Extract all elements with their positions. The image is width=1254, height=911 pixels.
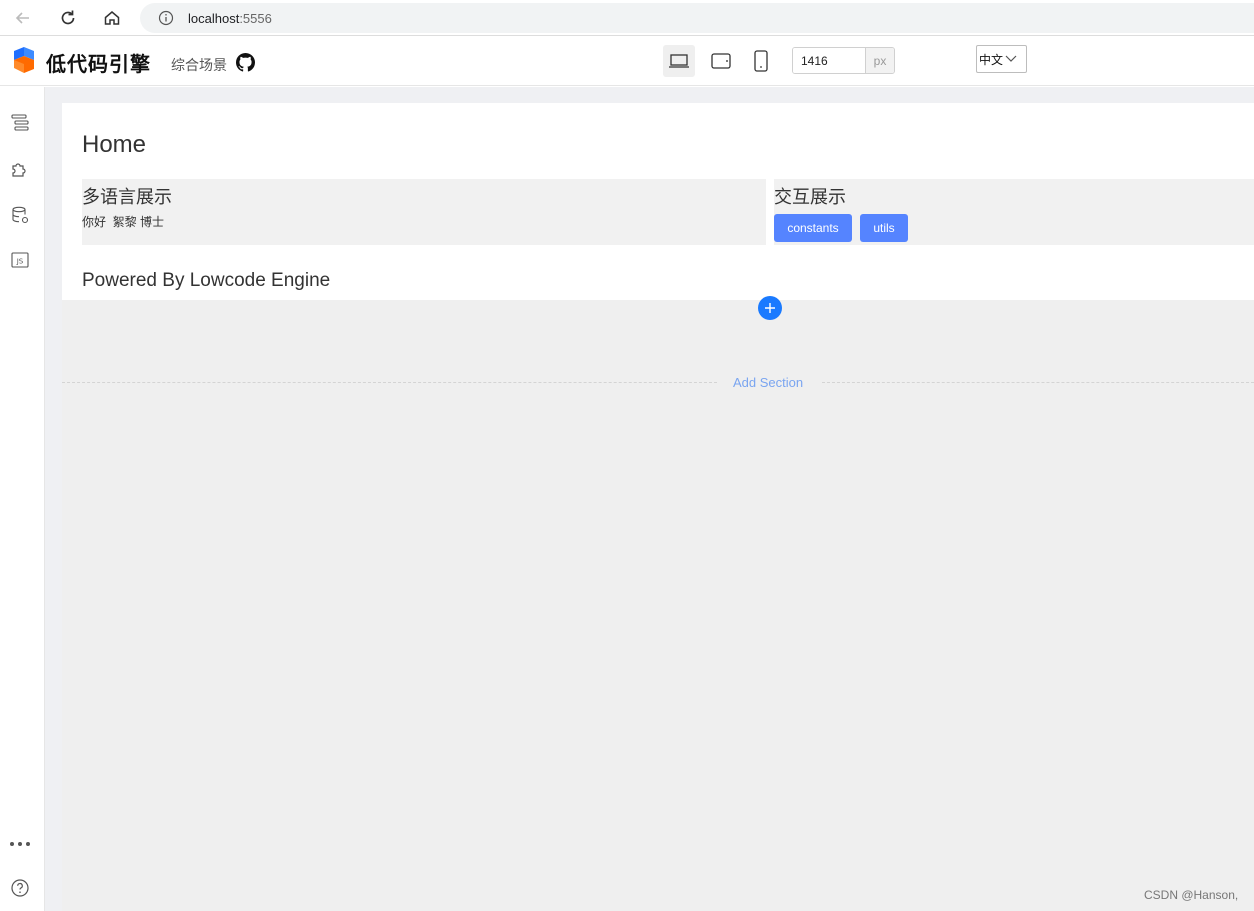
laptop-icon — [669, 54, 689, 68]
info-icon[interactable] — [158, 10, 174, 26]
i18n-block-title[interactable]: 多语言展示 — [82, 183, 172, 209]
i18n-block[interactable]: 多语言展示 你好 絮黎 博士 — [82, 179, 766, 245]
scene-label[interactable]: 综合场景 — [171, 55, 227, 75]
page-title[interactable]: Home — [82, 131, 146, 159]
puzzle-icon — [12, 163, 26, 177]
tablet-icon — [711, 53, 731, 69]
add-section-divider-right — [822, 382, 1254, 383]
page-content[interactable]: Home 多语言展示 你好 絮黎 博士 交互展示 constants utils… — [62, 103, 1254, 300]
github-icon[interactable] — [236, 53, 255, 72]
width-unit-label: px — [865, 48, 894, 73]
url-port: :5556 — [239, 10, 272, 26]
canvas-width-field: px — [792, 47, 895, 74]
utils-button[interactable]: utils — [860, 214, 908, 242]
more-button[interactable] — [9, 833, 31, 855]
outline-tree-icon — [11, 114, 29, 131]
interaction-block-title[interactable]: 交互展示 — [774, 183, 846, 209]
editor-topbar: 低代码引擎 综合场景 px 中文 — [0, 36, 1254, 86]
add-component-button[interactable] — [758, 296, 782, 320]
outline-tree-button[interactable] — [9, 111, 31, 133]
home-button[interactable] — [99, 5, 125, 31]
plus-icon — [765, 303, 775, 313]
help-button[interactable] — [9, 877, 31, 899]
logo-text: 低代码引擎 — [46, 52, 151, 76]
more-dots-icon — [10, 842, 30, 846]
design-canvas[interactable]: Home 多语言展示 你好 絮黎 博士 交互展示 constants utils… — [62, 103, 1254, 911]
reload-icon — [61, 10, 75, 25]
phone-icon — [754, 50, 768, 72]
left-toolbar: JS — [0, 87, 45, 911]
watermark-text: CSDN @Hanson, — [1144, 888, 1239, 902]
canvas-width-input[interactable] — [793, 48, 865, 73]
add-section-divider-left — [62, 382, 717, 383]
language-select[interactable]: 中文 — [976, 45, 1027, 73]
code-editor-button[interactable]: JS — [9, 249, 31, 271]
arrow-left-icon — [15, 12, 29, 24]
i18n-block-text[interactable]: 你好 絮黎 博士 — [82, 213, 164, 230]
component-library-button[interactable] — [9, 158, 31, 180]
svg-text:JS: JS — [16, 258, 24, 266]
interaction-block[interactable]: 交互展示 constants utils — [774, 179, 1254, 245]
lowcode-logo-icon — [14, 47, 34, 73]
address-bar[interactable]: localhost:5556 — [140, 3, 1254, 33]
reload-button[interactable] — [55, 5, 81, 31]
help-icon — [11, 879, 29, 897]
browser-toolbar: localhost:5556 — [0, 0, 1254, 36]
back-button[interactable] — [10, 5, 36, 31]
language-value: 中文 — [979, 52, 1004, 67]
device-tablet-button[interactable] — [705, 45, 737, 77]
device-phone-button[interactable] — [745, 45, 777, 77]
constants-button[interactable]: constants — [774, 214, 852, 242]
data-source-button[interactable] — [9, 204, 31, 226]
device-desktop-button[interactable] — [663, 45, 695, 77]
home-icon — [104, 11, 120, 25]
js-icon: JS — [11, 252, 29, 268]
url-host: localhost — [188, 10, 240, 26]
chevron-down-icon — [1005, 55, 1017, 62]
add-section-link[interactable]: Add Section — [733, 375, 803, 390]
powered-by-text[interactable]: Powered By Lowcode Engine — [82, 270, 330, 292]
database-icon — [12, 206, 29, 224]
